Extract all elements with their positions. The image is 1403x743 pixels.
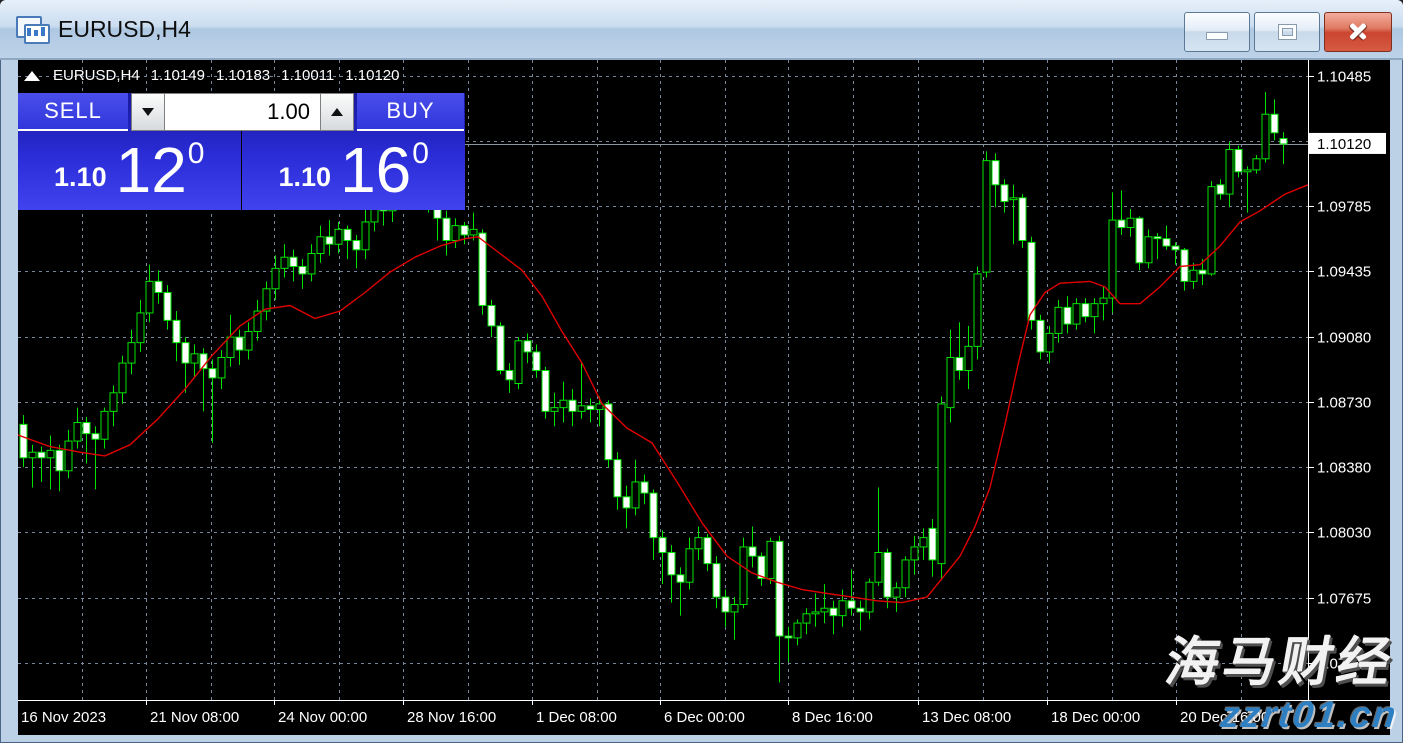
svg-text:13 Dec 08:00: 13 Dec 08:00 [922,709,1011,726]
watermark-chinese: 海马财经 [1160,620,1401,696]
svg-text:21 Nov 08:00: 21 Nov 08:00 [150,709,239,726]
triangle-down-icon [142,108,154,116]
buy-price-prefix: 1.10 [279,162,332,193]
ohlc-symbol: EURUSD,H4 [53,67,140,84]
svg-text:6 Dec 00:00: 6 Dec 00:00 [664,709,745,726]
buy-price[interactable]: 1.10 16 0 [242,131,465,210]
sell-price[interactable]: 1.10 12 0 [18,131,241,210]
svg-text:28 Nov 16:00: 28 Nov 16:00 [407,709,496,726]
svg-text:1.08030: 1.08030 [1317,525,1371,542]
triangle-up-icon [331,108,343,116]
svg-text:1.10485: 1.10485 [1317,69,1371,86]
svg-text:1.08730: 1.08730 [1317,395,1371,412]
sell-price-big: 12 [116,133,187,207]
restore-button[interactable] [1254,12,1320,52]
svg-text:1.08380: 1.08380 [1317,460,1371,477]
svg-text:1.09435: 1.09435 [1317,264,1371,281]
one-click-trading-panel: SELL BUY 1.10 12 0 [18,93,465,210]
volume-input[interactable] [165,93,320,131]
title-bar[interactable]: EURUSD,H4 [0,0,1403,60]
svg-text:1.09785: 1.09785 [1317,199,1371,216]
minimize-button[interactable] [1184,12,1250,52]
volume-stepper [131,93,354,131]
ohlc-high: 1.10183 [216,67,270,84]
svg-text:18 Dec 00:00: 18 Dec 00:00 [1051,709,1140,726]
chart-window: EURUSD,H4 1.10485 1.09785 1.09435 1.09080 1.… [0,0,1403,743]
svg-text:1 Dec 08:00: 1 Dec 08:00 [536,709,617,726]
collapse-panel-icon[interactable] [24,71,40,81]
close-button[interactable] [1324,12,1392,52]
svg-text:1.07675: 1.07675 [1317,591,1371,608]
volume-decrease-button[interactable] [131,93,165,131]
volume-increase-button[interactable] [320,93,354,131]
close-icon [1347,21,1369,43]
buy-price-big: 16 [340,133,411,207]
ohlc-info-bar: EURUSD,H4 1.10149 1.10183 1.10011 1.1012… [24,67,400,84]
buy-price-sup: 0 [412,137,429,171]
sell-price-prefix: 1.10 [54,162,107,193]
restore-icon [1279,25,1296,39]
window-title: EURUSD,H4 [58,16,191,43]
ohlc-close: 1.10120 [345,67,399,84]
sell-button[interactable]: SELL [18,93,128,131]
svg-text:24 Nov 00:00: 24 Nov 00:00 [278,709,367,726]
svg-text:1.10120: 1.10120 [1317,136,1371,153]
ohlc-open: 1.10149 [151,67,205,84]
ohlc-low: 1.10011 [281,67,334,84]
minimize-icon [1206,32,1228,40]
sell-price-sup: 0 [188,137,205,171]
svg-text:16 Nov 2023: 16 Nov 2023 [21,709,106,726]
svg-text:1.09080: 1.09080 [1317,330,1371,347]
buy-button[interactable]: BUY [357,93,464,131]
watermark-url: zzrt01.cn [1218,694,1399,736]
chart-window-icon [16,16,46,42]
svg-text:8 Dec 16:00: 8 Dec 16:00 [792,709,873,726]
